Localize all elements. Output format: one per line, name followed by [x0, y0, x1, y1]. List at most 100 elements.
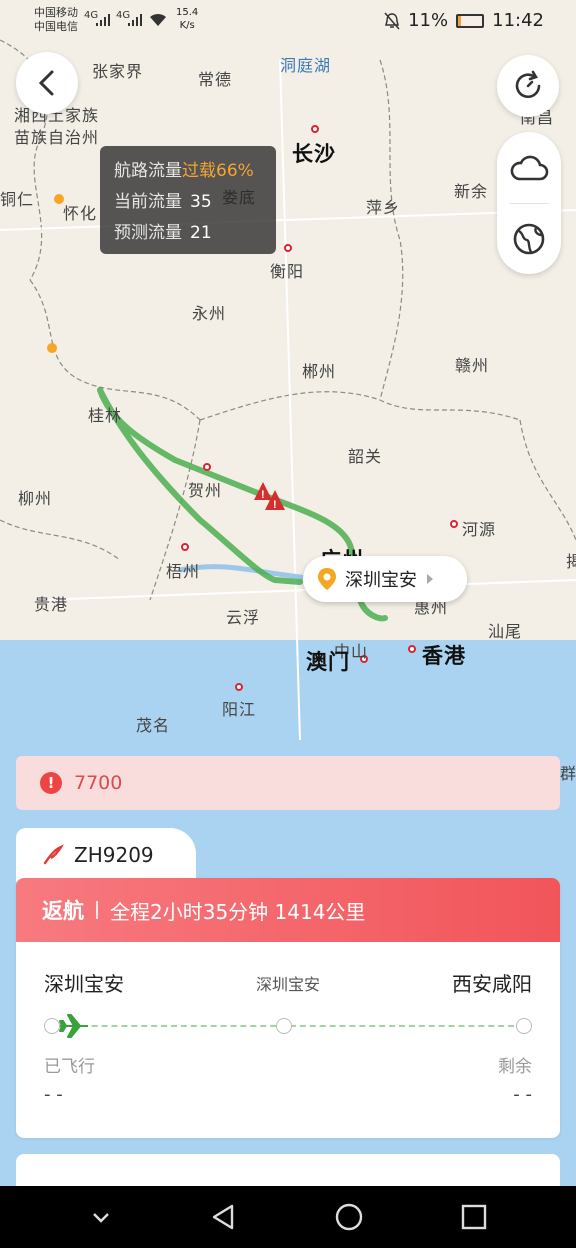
carrier-2: 中国电信 — [34, 20, 78, 33]
city-label: 河源 — [462, 520, 497, 539]
city-label: 苗族自治州 — [14, 128, 100, 147]
city-label: 汕尾 — [488, 622, 523, 641]
nav-recents-icon[interactable] — [460, 1203, 488, 1231]
flight-state: 返航 — [42, 899, 84, 923]
city-label: 萍乡 — [366, 198, 401, 217]
squawk-code: 7700 — [74, 772, 123, 794]
city-label: 柳州 — [18, 489, 53, 508]
city-label: 阳江 — [222, 700, 257, 719]
back-button[interactable] — [16, 52, 78, 114]
airport-name: 深圳宝安 — [345, 570, 417, 591]
city-label: 贵港 — [34, 595, 69, 614]
flight-number: ZH9209 — [74, 843, 154, 867]
city-label: 揭 — [566, 552, 576, 571]
battery-icon — [456, 13, 485, 28]
city-label: 赣州 — [455, 356, 490, 375]
status-bar: 中国移动 中国电信 4G 4G 15.4 K/s 11% 11:42 — [0, 0, 576, 44]
chevron-left-icon — [38, 70, 54, 96]
squawk-alert[interactable]: ! 7700 — [16, 756, 560, 810]
city-label: 韶关 — [348, 447, 383, 466]
status-right: 11% 11:42 — [384, 10, 544, 31]
clock: 11:42 — [492, 10, 544, 31]
nav-back-icon[interactable] — [210, 1203, 238, 1231]
progress-track — [44, 1014, 532, 1038]
airport-dot — [47, 343, 57, 353]
city-dot — [311, 125, 319, 133]
system-nav-bar — [0, 1186, 576, 1248]
city-dot — [181, 543, 189, 551]
city-label: 张家界 — [92, 62, 144, 81]
remaining-value: - - — [513, 1084, 532, 1105]
city-label: 梧州 — [166, 562, 201, 581]
weather-button[interactable] — [497, 132, 561, 203]
svg-text:!: ! — [273, 499, 277, 511]
divider — [96, 901, 98, 919]
forecast-traffic-value: 21 — [190, 223, 212, 243]
route-traffic-tooltip: 航路流量过载66% 当前流量 35 预测流量 21 — [100, 146, 276, 254]
city-label: 贺州 — [188, 481, 223, 500]
overload-value: 过载66% — [182, 161, 254, 181]
city-label: 常德 — [198, 70, 233, 89]
battery-percent: 11% — [408, 10, 449, 31]
remaining-label: 剩余 — [498, 1057, 532, 1077]
alert-icon: ! — [40, 772, 62, 794]
current-airport: 深圳宝安 — [255, 974, 320, 994]
city-label: 永州 — [192, 304, 227, 323]
wifi-icon — [150, 13, 166, 26]
mute-bell-icon — [384, 12, 400, 29]
carrier-info: 中国移动 中国电信 — [34, 6, 78, 34]
refresh-button[interactable] — [497, 55, 559, 117]
mid-node — [276, 1018, 292, 1034]
speed-value: 15.4 — [176, 7, 199, 18]
city-label: 铜仁 — [0, 190, 35, 209]
destination-airport: 西安咸阳 — [451, 972, 532, 996]
city-dot — [450, 520, 458, 528]
forecast-traffic-label: 预测流量 — [114, 223, 182, 243]
city-label: 新余 — [454, 182, 489, 201]
airport-marker[interactable]: 深圳宝安 — [303, 556, 467, 602]
progress-labels: 已飞行 剩余 — [44, 1052, 532, 1077]
tooltip-title: 航路流量 — [114, 161, 182, 181]
city-label: 郴州 — [302, 362, 337, 381]
refresh-icon — [515, 70, 541, 99]
globe-icon — [513, 223, 545, 254]
airline-logo-icon — [43, 844, 64, 865]
cloud-icon — [510, 155, 549, 180]
city-label: 香港 — [422, 644, 466, 668]
lake-label: 洞庭湖 — [280, 56, 332, 75]
city-label: 桂林 — [88, 406, 123, 425]
warning-icon[interactable]: ! ! — [253, 480, 289, 514]
flown-label: 已飞行 — [44, 1057, 95, 1077]
carrier-1: 中国移动 — [34, 6, 78, 19]
signal-icon — [96, 14, 110, 26]
current-traffic-label: 当前流量 — [114, 192, 182, 212]
city-label: 衡阳 — [270, 262, 305, 281]
city-dot — [235, 683, 243, 691]
map-tools — [497, 132, 561, 274]
city-label: 澳门 — [306, 650, 350, 674]
city-dot — [408, 645, 416, 653]
chevron-right-icon — [427, 574, 433, 584]
hide-keyboard-icon[interactable] — [89, 1205, 113, 1229]
nav-home-icon[interactable] — [335, 1203, 363, 1231]
flown-value: - - — [44, 1084, 63, 1105]
layer-button[interactable] — [497, 203, 561, 274]
location-pin-icon — [318, 568, 336, 590]
progress-values: - - - - — [44, 1084, 532, 1105]
origin-airport: 深圳宝安 — [44, 972, 124, 996]
speed-unit: K/s — [179, 20, 195, 31]
network-speed: 15.4 K/s — [176, 6, 198, 32]
city-label: 怀化 — [63, 204, 98, 223]
flight-tab[interactable]: ZH9209 — [16, 828, 196, 882]
city-dot — [203, 463, 211, 471]
flight-card[interactable]: 返航 全程2小时35分钟 1414公里 深圳宝安 深圳宝安 西安咸阳 已飞行 剩… — [16, 878, 560, 1138]
flight-summary: 全程2小时35分钟 1414公里 — [110, 899, 366, 924]
svg-text:!: ! — [261, 489, 265, 501]
current-traffic-value: 35 — [190, 192, 212, 212]
signal-icon — [128, 14, 142, 26]
destination-node — [516, 1018, 532, 1034]
city-label: 茂名 — [136, 716, 171, 735]
city-label: 云浮 — [226, 608, 261, 627]
city-label: 群 — [560, 764, 576, 783]
city-dot — [284, 244, 292, 252]
